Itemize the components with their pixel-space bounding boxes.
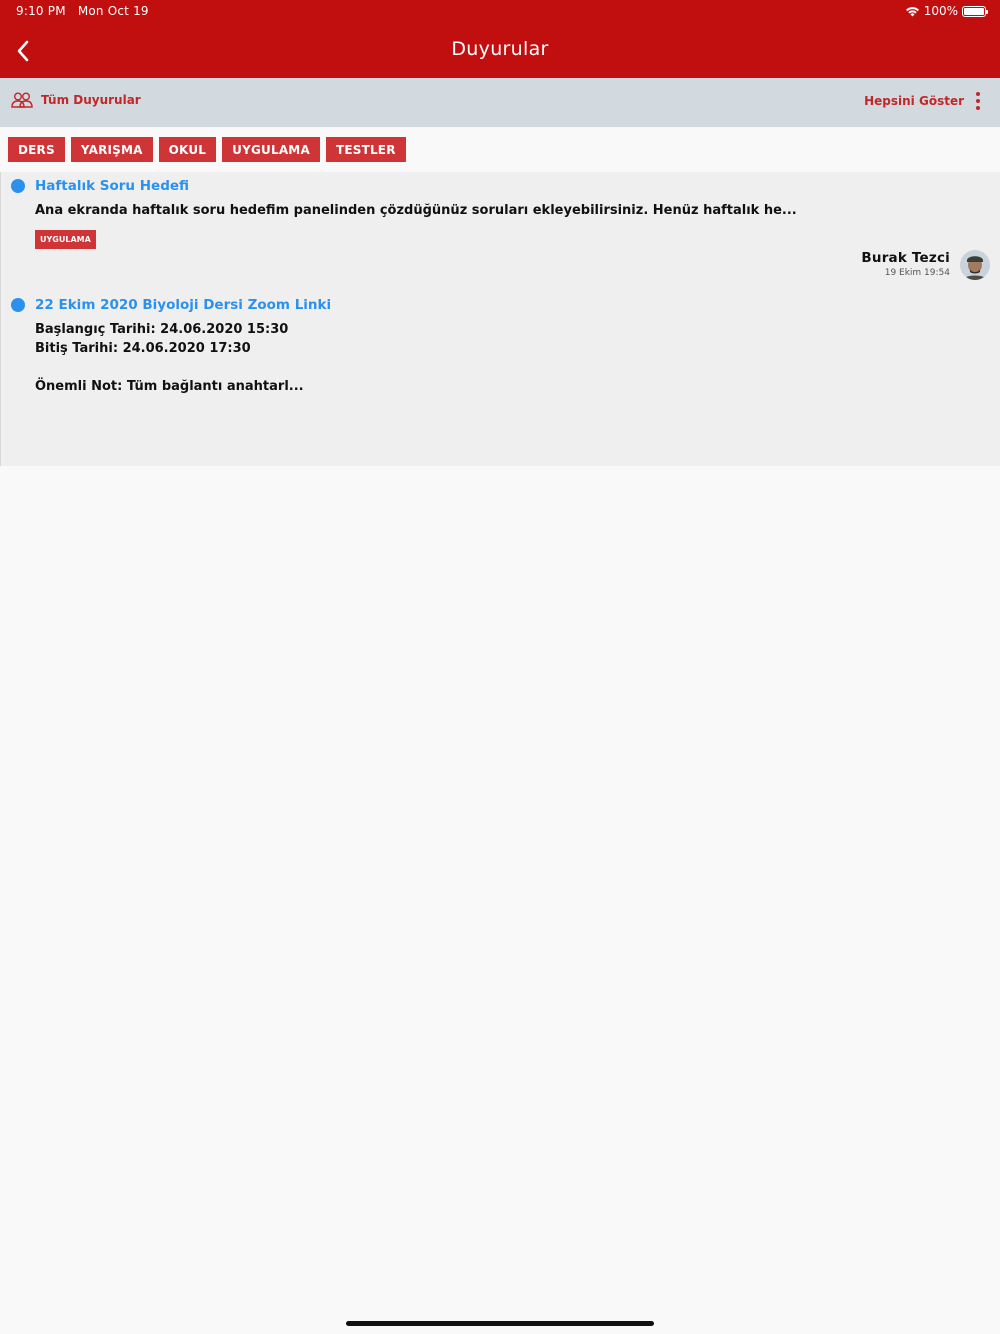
author-name: Burak Tezci [861, 250, 950, 266]
page-title: Duyurular [451, 38, 549, 60]
status-date: Mon Oct 19 [77, 4, 149, 18]
users-icon [11, 92, 33, 108]
filter-label: Tüm Duyurular [41, 93, 141, 107]
announcement-title: 22 Ekim 2020 Biyoloji Dersi Zoom Linki [35, 297, 332, 313]
category-chips: DERS YARIŞMA OKUL UYGULAMA TESTLER [8, 137, 406, 162]
announcement-item[interactable]: Haftalık Soru Hedefi Ana ekranda haftalı… [0, 172, 1000, 291]
announcement-date: 19 Ekim 19:54 [884, 268, 950, 278]
unread-indicator [11, 179, 25, 193]
announcement-author: Burak Tezci 19 Ekim 19:54 [861, 250, 950, 278]
announcement-tags: UYGULAMA [35, 230, 96, 249]
announcement-body: Ana ekranda haftalık soru hedefim paneli… [35, 203, 797, 218]
top-bar: 9:10 PM Mon Oct 19 100% Duyurular [0, 0, 1000, 78]
chip-uygulama[interactable]: UYGULAMA [222, 137, 320, 162]
status-clock: 9:10 PM [16, 4, 66, 18]
chip-yarisma[interactable]: YARIŞMA [70, 137, 153, 162]
status-indicators: 100% [905, 4, 988, 18]
chip-ders[interactable]: DERS [8, 137, 65, 162]
more-vertical-icon[interactable] [972, 92, 984, 110]
battery-icon [962, 5, 988, 17]
battery-percent: 100% [923, 4, 958, 18]
announcement-body: Başlangıç Tarihi: 24.06.2020 15:30 Bitiş… [35, 322, 304, 394]
all-announcements-filter[interactable]: Tüm Duyurular [11, 92, 141, 108]
chip-testler[interactable]: TESTLER [325, 137, 406, 162]
wifi-icon [905, 6, 919, 16]
show-all-label: Hepsini Göster [864, 94, 964, 108]
filter-bar: Tüm Duyurular Hepsini Göster [0, 78, 1000, 127]
avatar [960, 250, 990, 280]
chip-okul[interactable]: OKUL [158, 137, 217, 162]
home-indicator [346, 1321, 654, 1326]
show-all-button[interactable]: Hepsini Göster [864, 92, 984, 110]
announcement-title: Haftalık Soru Hedefi [35, 178, 190, 194]
status-time: 9:10 PM Mon Oct 19 [16, 4, 149, 18]
battery-level [964, 7, 984, 15]
announcement-item[interactable]: 22 Ekim 2020 Biyoloji Dersi Zoom Linki B… [0, 291, 1000, 466]
tag-badge: UYGULAMA [35, 230, 96, 249]
announcement-list: Haftalık Soru Hedefi Ana ekranda haftalı… [0, 172, 1000, 466]
unread-indicator [11, 298, 25, 312]
